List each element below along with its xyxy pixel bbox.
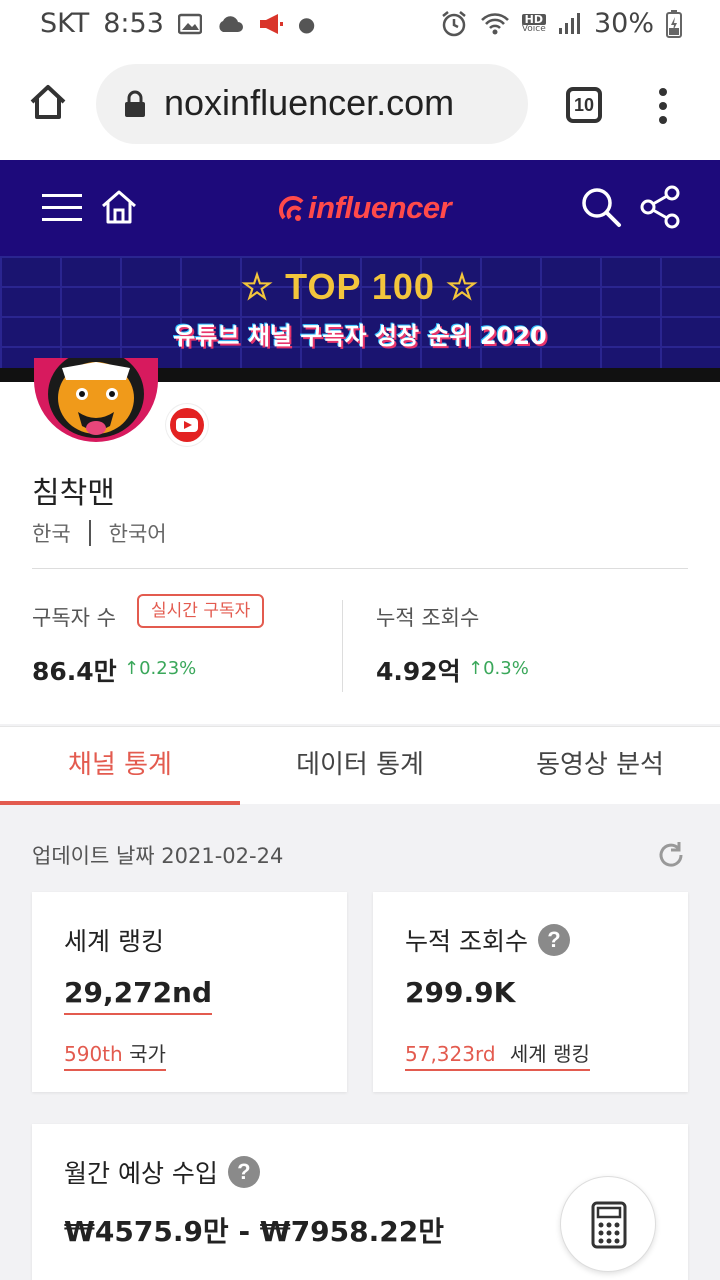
tab-bar: 채널 통계 데이터 통계 동영상 분석 (0, 726, 720, 805)
up-arrow-icon: ↑ (124, 658, 140, 679)
views-change: ↑0.3% (468, 658, 529, 679)
subscribers-value: 86.4만 (32, 657, 117, 686)
site-home-icon[interactable] (100, 188, 138, 226)
refresh-icon[interactable] (656, 840, 686, 870)
world-ranking-label: 세계 랭킹 (64, 927, 164, 956)
time-label: 8:53 (103, 8, 164, 39)
browser-home-icon[interactable] (28, 82, 68, 122)
promo-banner[interactable]: ☆ TOP 100 ☆ 유튜브 채널 구독자 성장 순위 2020 (0, 256, 720, 368)
total-views-label-row: 누적 조회수 ? (405, 922, 570, 958)
hamburger-menu-icon[interactable] (42, 190, 82, 226)
tab-channel-stats[interactable]: 채널 통계 (0, 727, 240, 805)
logo-text: influencer (308, 190, 452, 225)
banner-title-row: ☆ TOP 100 ☆ (0, 266, 720, 308)
lock-icon (125, 90, 145, 117)
wifi-icon (480, 12, 509, 34)
views-label: 누적 조회수 (376, 606, 480, 630)
cloud-icon (219, 15, 243, 32)
channel-avatar (34, 358, 158, 442)
address-bar[interactable]: noxinfluencer.com (96, 64, 528, 144)
up-arrow-icon: ↑ (468, 658, 484, 679)
help-icon[interactable]: ? (537, 924, 570, 956)
total-views-card: 누적 조회수 ? 299.9K 57,323rd 세계 랭킹 (373, 892, 688, 1092)
hd-voice-indicator: HD Voice (521, 12, 546, 34)
star-icon: ☆ (240, 266, 275, 307)
total-views-value: 299.9K (405, 976, 516, 1009)
calculator-icon (591, 1201, 627, 1249)
divider (32, 568, 688, 569)
youtube-icon (170, 408, 204, 442)
help-icon[interactable]: ? (227, 1156, 260, 1188)
updated-date: 업데이트 날짜 2021-02-24 (32, 844, 284, 868)
site-header: influencer (0, 160, 720, 256)
world-ranking-value[interactable]: 29,272nd (64, 976, 213, 1015)
stats-divider (342, 600, 343, 692)
country-label: 한국 (32, 522, 71, 546)
browser-toolbar: noxinfluencer.com 10 (0, 52, 720, 160)
monthly-income-label: 월간 예상 수입 (64, 1159, 218, 1188)
battery-icon (666, 9, 682, 38)
live-subscribers-button[interactable]: 실시간 구독자 (137, 594, 265, 628)
battery-percent: 30% (593, 8, 654, 39)
total-views-label: 누적 조회수 (405, 927, 528, 956)
status-bar: SKT 8:53 ● HD Voice 30% (0, 0, 720, 52)
logo-signal-icon (278, 195, 304, 221)
banner-title: TOP 100 (285, 266, 435, 307)
world-ranking-card: 세계 랭킹 29,272nd 590th 국가 (32, 892, 347, 1092)
share-icon[interactable] (638, 184, 682, 230)
channel-locale: 한국 한국어 (32, 518, 167, 548)
tab-data-stats[interactable]: 데이터 통계 (240, 727, 480, 805)
banner-subtitle: 유튜브 채널 구독자 성장 순위 2020 (173, 322, 547, 350)
calculator-button[interactable] (560, 1176, 656, 1272)
megaphone-icon (259, 13, 283, 34)
language-label: 한국어 (108, 522, 167, 546)
locale-separator (88, 520, 91, 546)
dot-icon: ● (297, 11, 316, 36)
channel-profile: 침착맨 한국 한국어 구독자 수 실시간 구독자 86.4만 ↑0.23% 누적… (0, 358, 720, 724)
tab-switcher-button[interactable]: 10 (566, 87, 602, 123)
carrier-label: SKT (40, 8, 90, 39)
channel-name: 침착맨 (32, 476, 115, 511)
subscribers-change: ↑0.23% (124, 658, 197, 679)
alarm-icon (441, 10, 466, 36)
youtube-badge (166, 404, 208, 446)
monthly-income-value: ₩4575.9만 - ₩7958.22만 (64, 1215, 444, 1248)
site-logo[interactable]: influencer (278, 180, 452, 236)
gallery-icon (177, 13, 202, 34)
more-menu-icon[interactable] (656, 86, 670, 126)
signal-icon (558, 12, 580, 34)
views-value: 4.92억 (376, 657, 461, 686)
url-text[interactable]: noxinfluencer.com (164, 82, 454, 124)
star-icon: ☆ (445, 266, 480, 307)
subscribers-label: 구독자 수 (32, 606, 116, 630)
views-world-rank-link[interactable]: 57,323rd 세계 랭킹 (405, 1038, 590, 1071)
monthly-income-label-row: 월간 예상 수입 ? (64, 1154, 260, 1190)
monthly-income-card: 월간 예상 수입 ? ₩4575.9만 - ₩7958.22만 (32, 1124, 688, 1280)
tab-video-analysis[interactable]: 동영상 분석 (480, 727, 720, 805)
search-icon[interactable] (580, 186, 622, 228)
country-rank-link[interactable]: 590th 국가 (64, 1038, 166, 1071)
